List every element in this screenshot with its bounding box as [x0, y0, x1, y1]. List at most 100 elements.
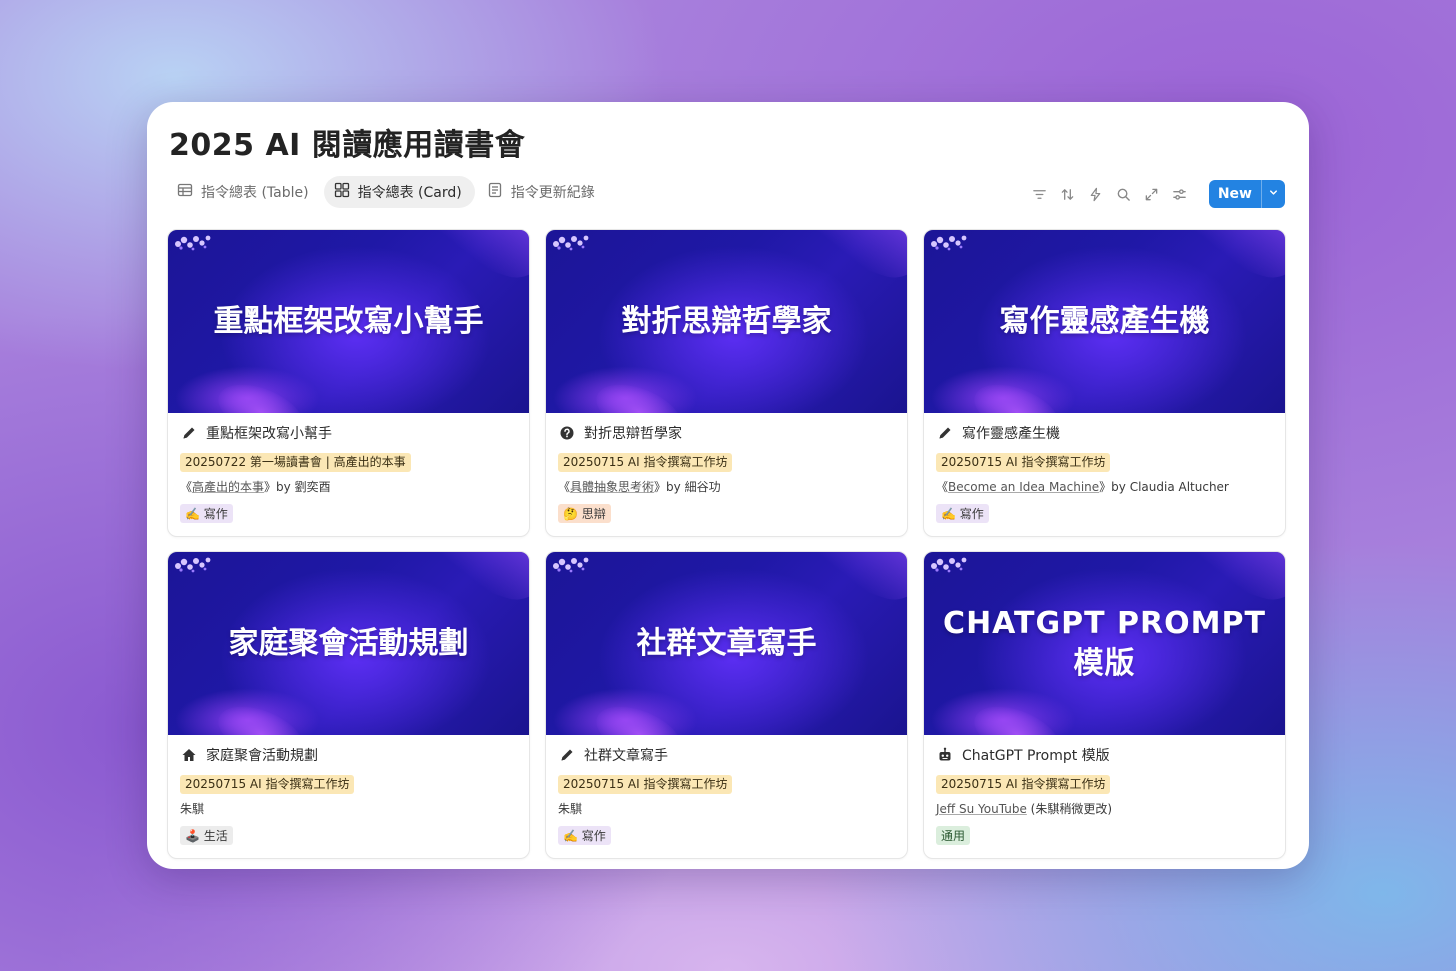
cover-title: 對折思辯哲學家	[621, 303, 832, 339]
settings-sliders-icon[interactable]	[1171, 185, 1189, 203]
source-line: 《Become an Idea Machine》by Claudia Altuc…	[936, 478, 1273, 496]
flower-logo-icon	[928, 232, 970, 254]
card-title: 社群文章寫手	[584, 748, 668, 764]
search-icon[interactable]	[1115, 185, 1133, 203]
tab-label: 指令總表 (Table)	[201, 185, 309, 201]
source-text: 朱騏	[558, 802, 583, 816]
category-tag: ✍️ 寫作	[936, 504, 989, 523]
card-title-row: 家庭聚會活動規劃	[180, 745, 517, 765]
source-text: 》by 劉奕酉	[264, 480, 331, 494]
source-link[interactable]: 高產出的本事	[192, 480, 264, 494]
card-cover-image: 寫作靈感產生機	[924, 230, 1285, 413]
source-line: 朱騏	[558, 800, 895, 818]
session-tag: 20250722 第一場讀書會 | 高產出的本事	[180, 453, 411, 472]
source-link[interactable]: Become an Idea Machine	[948, 480, 1099, 494]
card-title-row: 社群文章寫手	[558, 745, 895, 765]
session-tag: 20250715 AI 指令撰寫工作坊	[936, 775, 1111, 794]
chevron-down-icon	[1268, 186, 1279, 202]
card-title-row: 重點框架改寫小幫手	[180, 423, 517, 443]
new-button[interactable]: New	[1209, 180, 1261, 208]
cover-title: CHATGPT PROMPT 模版	[943, 605, 1266, 681]
source-line: 《具體抽象思考術》by 細谷功	[558, 478, 895, 496]
source-text: 《	[558, 480, 571, 494]
tab-label: 指令更新紀錄	[510, 185, 595, 201]
cover-title: 社群文章寫手	[636, 625, 817, 661]
card-body: 寫作靈感產生機 20250715 AI 指令撰寫工作坊 《Become an I…	[924, 413, 1285, 523]
cover-title: 寫作靈感產生機	[999, 303, 1210, 339]
session-tag: 20250715 AI 指令撰寫工作坊	[936, 453, 1111, 472]
category-tag: 🤔 思辯	[558, 504, 611, 523]
gallery-icon	[334, 182, 350, 202]
card-cover-image: 對折思辯哲學家	[546, 230, 907, 413]
expand-icon[interactable]	[1143, 185, 1161, 203]
source-text: 朱騏	[180, 802, 205, 816]
flower-logo-icon	[172, 554, 214, 576]
card-title: 對折思辯哲學家	[584, 426, 682, 442]
tab-card-view[interactable]: 指令總表 (Card)	[323, 176, 475, 208]
automation-bolt-icon[interactable]	[1087, 185, 1105, 203]
card-title: ChatGPT Prompt 模版	[962, 748, 1110, 764]
gallery-card[interactable]: CHATGPT PROMPT 模版 ChatGPT Prompt 模版 20250…	[923, 551, 1286, 859]
source-link[interactable]: 具體抽象思考術	[570, 480, 654, 494]
pencil-icon	[936, 424, 954, 442]
view-tabs: 指令總表 (Table) 指令總表 (Card) 指令更新紀錄	[167, 176, 608, 208]
card-cover-image: 社群文章寫手	[546, 552, 907, 735]
tab-update-log[interactable]: 指令更新紀錄	[477, 176, 608, 208]
source-text: 》by Claudia Altucher	[1099, 480, 1229, 494]
gallery-card[interactable]: 對折思辯哲學家 對折思辯哲學家 20250715 AI 指令撰寫工作坊 《具體抽…	[545, 229, 908, 537]
question-circle-icon	[558, 424, 576, 442]
tab-table-view[interactable]: 指令總表 (Table)	[167, 176, 322, 208]
category-tag: ✍️ 寫作	[558, 826, 611, 845]
sort-icon[interactable]	[1059, 185, 1077, 203]
pencil-icon	[180, 424, 198, 442]
table-icon	[177, 182, 193, 202]
category-tag: ✍️ 寫作	[180, 504, 233, 523]
filter-icon[interactable]	[1031, 185, 1049, 203]
gallery-card[interactable]: 社群文章寫手 社群文章寫手 20250715 AI 指令撰寫工作坊 朱騏 ✍️ …	[545, 551, 908, 859]
gallery-card[interactable]: 重點框架改寫小幫手 重點框架改寫小幫手 20250722 第一場讀書會 | 高產…	[167, 229, 530, 537]
card-body: ChatGPT Prompt 模版 20250715 AI 指令撰寫工作坊 Je…	[924, 735, 1285, 845]
new-dropdown-button[interactable]	[1261, 180, 1285, 208]
gallery-card[interactable]: 寫作靈感產生機 寫作靈感產生機 20250715 AI 指令撰寫工作坊 《Bec…	[923, 229, 1286, 537]
source-line: 朱騏	[180, 800, 517, 818]
card-title-row: ChatGPT Prompt 模版	[936, 745, 1273, 765]
card-cover-image: CHATGPT PROMPT 模版	[924, 552, 1285, 735]
card-title: 家庭聚會活動規劃	[206, 748, 318, 764]
flower-logo-icon	[172, 232, 214, 254]
view-toolbar: New	[1031, 180, 1285, 208]
card-title: 寫作靈感產生機	[962, 426, 1060, 442]
source-text: 《	[180, 480, 193, 494]
source-text: 《	[936, 480, 949, 494]
list-icon	[487, 182, 503, 202]
session-tag: 20250715 AI 指令撰寫工作坊	[558, 775, 733, 794]
page-title: 2025 AI 閱讀應用讀書會	[169, 128, 526, 163]
card-body: 社群文章寫手 20250715 AI 指令撰寫工作坊 朱騏 ✍️ 寫作	[546, 735, 907, 845]
source-text: 》by 細谷功	[654, 480, 721, 494]
cover-title: 重點框架改寫小幫手	[213, 303, 484, 339]
category-tag: 通用	[936, 826, 971, 845]
gallery-card[interactable]: 家庭聚會活動規劃 家庭聚會活動規劃 20250715 AI 指令撰寫工作坊 朱騏…	[167, 551, 530, 859]
card-body: 重點框架改寫小幫手 20250722 第一場讀書會 | 高產出的本事 《高產出的…	[168, 413, 529, 523]
session-tag: 20250715 AI 指令撰寫工作坊	[558, 453, 733, 472]
source-text: (朱騏稍微更改)	[1026, 802, 1113, 816]
flower-logo-icon	[550, 554, 592, 576]
category-tag: 🕹️ 生活	[180, 826, 233, 845]
card-cover-image: 家庭聚會活動規劃	[168, 552, 529, 735]
card-title-row: 對折思辯哲學家	[558, 423, 895, 443]
new-button-group: New	[1208, 180, 1285, 208]
tab-label: 指令總表 (Card)	[357, 185, 462, 201]
home-icon	[180, 746, 198, 764]
cover-title: 家庭聚會活動規劃	[228, 625, 469, 661]
card-body: 家庭聚會活動規劃 20250715 AI 指令撰寫工作坊 朱騏 🕹️ 生活	[168, 735, 529, 845]
source-line: 《高產出的本事》by 劉奕酉	[180, 478, 517, 496]
session-tag: 20250715 AI 指令撰寫工作坊	[180, 775, 355, 794]
source-line: Jeff Su YouTube (朱騏稍微更改)	[936, 800, 1273, 818]
card-cover-image: 重點框架改寫小幫手	[168, 230, 529, 413]
flower-logo-icon	[550, 232, 592, 254]
pencil-icon	[558, 746, 576, 764]
robot-icon	[936, 746, 954, 764]
card-title-row: 寫作靈感產生機	[936, 423, 1273, 443]
flower-logo-icon	[928, 554, 970, 576]
database-window: 2025 AI 閱讀應用讀書會 指令總表 (Table) 指令總表 (Card)…	[147, 102, 1309, 869]
source-link[interactable]: Jeff Su YouTube	[936, 802, 1027, 816]
